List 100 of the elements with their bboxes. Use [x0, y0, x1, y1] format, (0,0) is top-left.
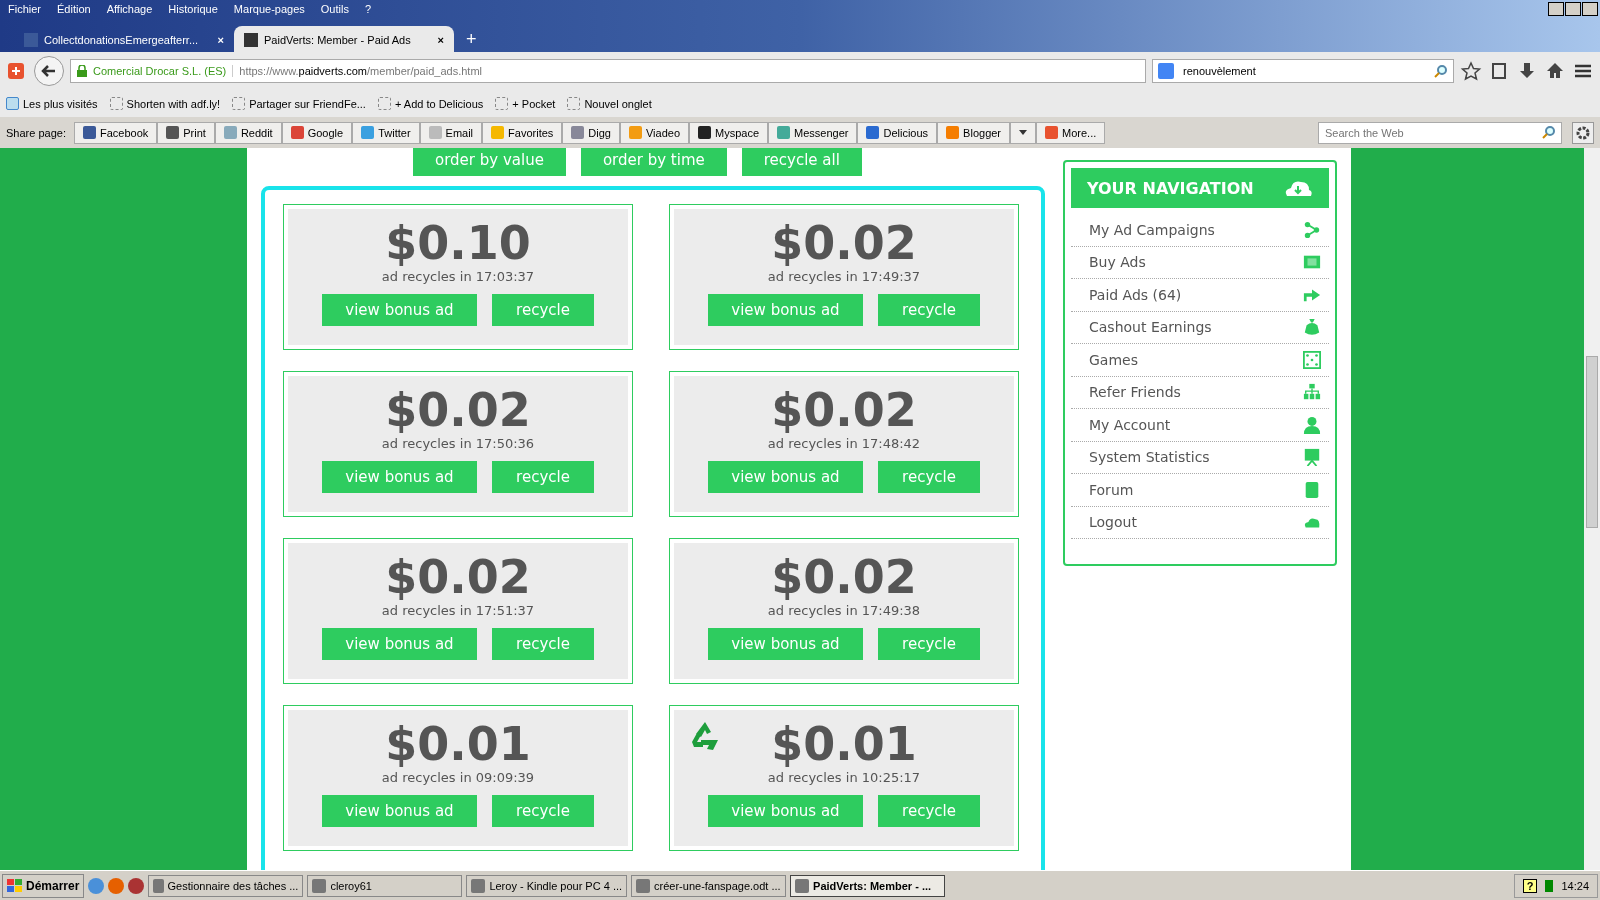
help-icon[interactable]: ?: [1522, 879, 1538, 893]
recycle-timer: ad recycles in 17:48:42: [767, 436, 921, 451]
nav-item[interactable]: Forum: [1071, 474, 1329, 507]
nav-item[interactable]: Logout: [1071, 506, 1329, 539]
share-button[interactable]: Twitter: [352, 121, 420, 144]
nav-item[interactable]: Buy Ads: [1071, 246, 1329, 279]
site-icon: [946, 126, 960, 139]
nav-item[interactable]: My Ad Campaigns: [1071, 214, 1329, 247]
share-button[interactable]: Facebook: [73, 121, 158, 144]
site-icon: [223, 126, 237, 139]
app-icon: [312, 879, 327, 893]
bookmark-item[interactable]: + Add to Delicious: [377, 97, 484, 110]
menu-item[interactable]: Marque-pages: [233, 3, 305, 18]
share-button[interactable]: Google: [281, 121, 353, 144]
battery-icon: [1545, 880, 1554, 892]
new-tab-icon[interactable]: +: [454, 29, 489, 54]
app-icon: [795, 879, 810, 893]
board-icon: [1303, 448, 1321, 467]
share-button[interactable]: Viadeo: [619, 121, 689, 144]
nav-item[interactable]: My Account: [1071, 409, 1329, 442]
scrollbar[interactable]: [1584, 148, 1600, 870]
site-icon: [166, 126, 180, 139]
recycle-timer: ad recycles in 17:51:37: [381, 603, 535, 618]
share-button[interactable]: Digg: [562, 121, 620, 144]
search-icon[interactable]: [1434, 64, 1448, 78]
caret-icon: [1019, 130, 1028, 135]
share-button[interactable]: Email: [419, 121, 483, 144]
app-icon: [153, 879, 164, 893]
site-icon: [428, 126, 442, 139]
close-icon[interactable]: ×: [437, 34, 444, 46]
menu-item[interactable]: Édition: [57, 3, 91, 18]
share-button[interactable]: Print: [157, 121, 215, 144]
ad-value: $0.10: [385, 217, 531, 269]
recycle-timer: ad recycles in 17:50:36: [381, 436, 535, 451]
recycle-timer: ad recycles in 09:09:39: [381, 770, 535, 785]
lock-icon: [77, 65, 87, 77]
recycle-timer: ad recycles in 10:25:17: [767, 770, 921, 785]
site-icon: [628, 126, 642, 139]
menu-item[interactable]: Outils: [320, 3, 349, 18]
dropdown-button[interactable]: [1010, 121, 1037, 144]
site-icon: [571, 126, 585, 139]
menu-item[interactable]: Affichage: [106, 3, 153, 18]
ad-value: $0.02: [385, 384, 531, 436]
nav-item[interactable]: Paid Ads (64): [1071, 279, 1329, 312]
menu-item[interactable]: ?: [364, 3, 372, 18]
ad-value: $0.02: [771, 551, 917, 603]
share-button[interactable]: More...: [1036, 121, 1106, 144]
site-icon: [698, 126, 711, 139]
nav-item[interactable]: Games: [1071, 344, 1329, 377]
menu-item[interactable]: Historique: [168, 3, 218, 18]
browser-tab[interactable]: CollectdonationsEmergeafterr... ×: [14, 26, 234, 54]
site-icon: [290, 126, 304, 139]
bag-icon: [1303, 318, 1321, 337]
menu-item[interactable]: Fichier: [8, 3, 41, 18]
share-button[interactable]: Blogger: [937, 121, 1011, 144]
taskbar-button[interactable]: Gestionnaire des tâches ...: [148, 875, 304, 897]
web-search-field[interactable]: Search the Web: [1318, 121, 1562, 144]
ad-value: $0.01: [771, 718, 917, 770]
recycle-timer: ad recycles in 17:03:37: [381, 269, 535, 284]
share-button[interactable]: Delicious: [857, 121, 938, 144]
ad-value: $0.02: [771, 384, 917, 436]
nav-item[interactable]: System Statistics: [1071, 441, 1329, 474]
site-icon: [777, 126, 791, 139]
share-button[interactable]: Favorites: [482, 121, 563, 144]
share-label: Share page:: [6, 126, 66, 139]
search-field[interactable]: renouvèlement: [1152, 59, 1454, 83]
site-icon: [82, 126, 96, 139]
site-icon: [1045, 126, 1059, 139]
bookmark-item[interactable]: Partager sur FriendFe...: [232, 97, 366, 110]
site-icon: [361, 126, 375, 139]
bookmark-item[interactable]: Nouvel onglet: [567, 97, 652, 110]
share-button[interactable]: Myspace: [689, 121, 769, 144]
browser-tab[interactable]: PaidVerts: Member - Paid Ads ×: [234, 26, 454, 54]
dice-icon: [1303, 350, 1321, 369]
start-button[interactable]: Démarrer: [2, 874, 85, 898]
share-icon: [1303, 220, 1321, 239]
recycle-timer: ad recycles in 17:49:37: [767, 269, 921, 284]
ad-value: $0.02: [771, 217, 917, 269]
address-bar[interactable]: Comercial Drocar S.L. (ES) https://www.paidverts.com/member/paid_ads.html: [70, 59, 1146, 83]
close-icon[interactable]: ×: [217, 34, 224, 46]
taskbar-button[interactable]: créer-une-fanspage.odt ...: [631, 875, 787, 897]
taskbar-button[interactable]: cleroy61: [307, 875, 463, 897]
tree-icon: [1303, 383, 1321, 402]
bookmark-item[interactable]: Shorten with adf.ly!: [109, 97, 221, 110]
star-icon[interactable]: [1460, 60, 1482, 82]
share-button[interactable]: Messenger: [768, 121, 858, 144]
settings-icon[interactable]: [1572, 121, 1594, 144]
site-icon: [244, 33, 258, 47]
back-icon[interactable]: [34, 56, 64, 86]
bookmark-item[interactable]: + Pocket: [495, 97, 556, 110]
taskbar-button[interactable]: PaidVerts: Member - ...: [790, 875, 946, 897]
nav-item[interactable]: Cashout Earnings: [1071, 311, 1329, 344]
taskbar-button[interactable]: Leroy - Kindle pour PC 4 ...: [466, 875, 628, 897]
flag-icon: [7, 879, 23, 893]
recycle-timer: ad recycles in 17:49:38: [767, 603, 921, 618]
share-button[interactable]: Reddit: [214, 121, 282, 144]
nav-item[interactable]: Refer Friends: [1071, 376, 1329, 409]
app-icon: [636, 879, 651, 893]
bookmark-item[interactable]: Les plus visités: [6, 97, 98, 110]
search-icon[interactable]: [1542, 124, 1556, 139]
